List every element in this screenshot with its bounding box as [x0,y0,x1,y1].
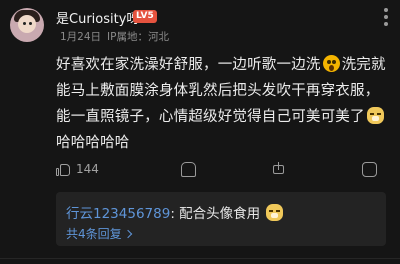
divider [0,258,400,259]
comment-body: 好喜欢在家洗澡好舒服，一边听歌一边洗 洗完就能马上敷面膜涂身体乳然后把头发吹干再穿… [56,52,386,156]
reply-text: : 配合头像食用 [170,206,261,222]
comment-text-1: 好喜欢在家洗澡好舒服，一边听歌一边洗 [56,57,321,73]
view-replies-link[interactable]: 共4条回复 [66,225,132,242]
comment-date: 1月24日 [60,31,102,43]
like-button[interactable]: 144 [56,162,99,176]
scream-emoji-icon [322,55,340,72]
ip-location: IP属地：河北 [107,31,169,43]
comment-icon[interactable] [362,162,377,177]
dislike-icon[interactable] [181,162,196,177]
reply-preview[interactable]: 行云123456789: 配合头像食用 共4条回复 [56,192,386,246]
doge-emoji-icon [366,107,384,124]
doge-emoji-icon [266,204,284,221]
chevron-right-icon [123,229,132,239]
comment-actions: 144 [56,160,386,180]
more-options-icon[interactable] [384,8,388,26]
reply-line: 行云123456789: 配合头像食用 [66,202,285,222]
comment-text-3: 哈哈哈哈哈 [56,135,130,151]
share-icon[interactable] [271,162,286,177]
reply-author[interactable]: 行云123456789 [66,206,170,222]
thumbs-up-icon [56,162,70,176]
username[interactable]: 是Curiosity呀 [56,8,139,27]
avatar[interactable] [10,8,44,42]
level-badge: LV5 [133,10,157,23]
like-count: 144 [76,162,99,176]
comment-meta: 1月24日 IP属地：河北 [60,29,169,44]
